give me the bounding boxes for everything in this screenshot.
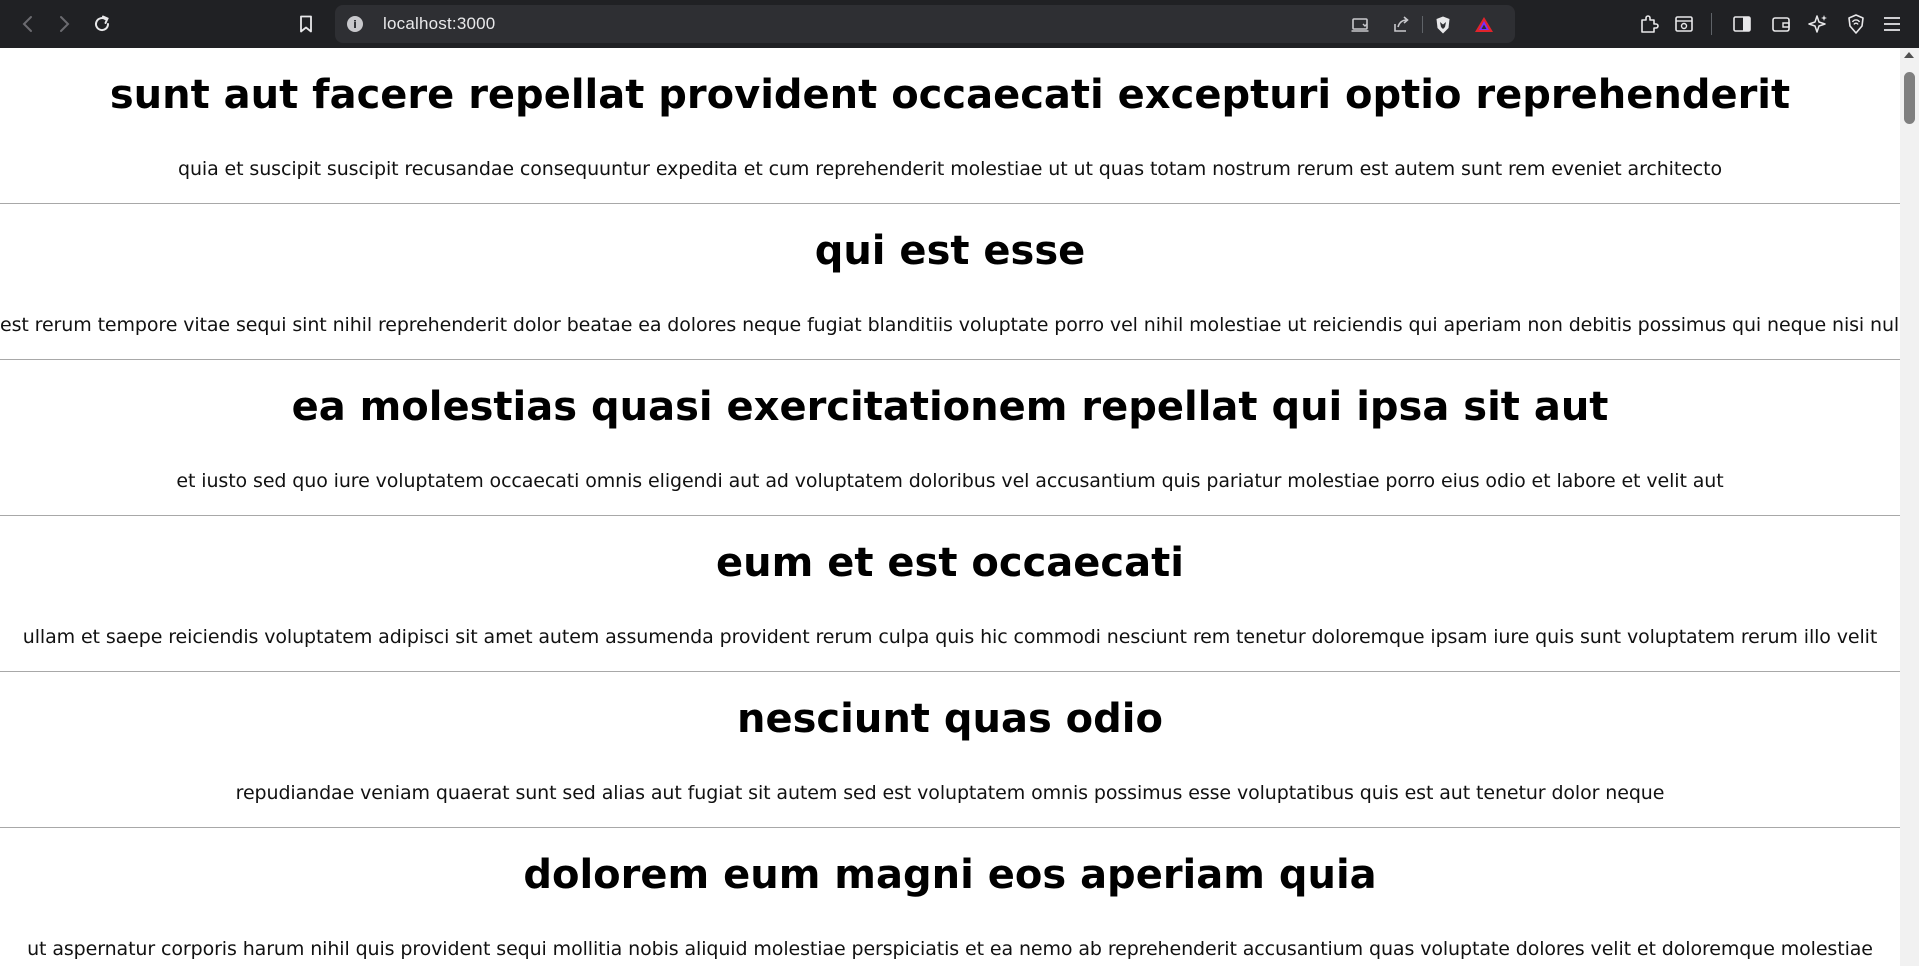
post-item: eum et est occaecati ullam et saepe reic… <box>0 516 1900 672</box>
scrollbar-thumb[interactable] <box>1904 72 1915 124</box>
post-body: ut aspernatur corporis harum nihil quis … <box>27 938 1873 960</box>
post-body: et iusto sed quo iure voluptatem occaeca… <box>176 470 1724 492</box>
leo-ai-button[interactable] <box>1806 12 1830 36</box>
info-icon[interactable]: i <box>347 16 363 32</box>
menu-button[interactable] <box>1880 12 1904 36</box>
share-icon <box>1394 16 1409 32</box>
wallet-button[interactable] <box>1769 12 1793 36</box>
reload-icon <box>95 15 110 32</box>
sidebar-icon <box>1733 16 1751 32</box>
url-text[interactable]: localhost:3000 <box>383 14 495 34</box>
reading-list-button[interactable] <box>1672 12 1696 36</box>
post-title: dolorem eum magni eos aperiam quia <box>523 852 1377 898</box>
leo-ai-icon <box>1808 15 1827 33</box>
post-title: ea molestias quasi exercitationem repell… <box>291 384 1609 430</box>
back-button[interactable] <box>14 10 42 38</box>
post-body: est rerum tempore vitae sequi sint nihil… <box>0 314 1900 336</box>
vpn-icon <box>1848 14 1864 34</box>
scroll-up-arrow[interactable] <box>1904 52 1914 58</box>
post-item: nesciunt quas odio repudiandae veniam qu… <box>0 672 1900 828</box>
extensions-button[interactable] <box>1637 12 1661 36</box>
post-body: quia et suscipit suscipit recusandae con… <box>177 158 1723 180</box>
sidebar-button[interactable] <box>1730 12 1754 36</box>
menu-icon <box>1884 17 1900 31</box>
extensions-icon <box>1641 15 1659 33</box>
bookmark-button[interactable] <box>292 10 320 38</box>
post-item: sunt aut facere repellat provident occae… <box>0 48 1900 204</box>
install-app-button[interactable] <box>1349 14 1371 36</box>
post-title: nesciunt quas odio <box>737 696 1163 742</box>
back-arrow-icon <box>22 16 32 32</box>
post-title: qui est esse <box>814 228 1086 274</box>
page-viewport: sunt aut facere repellat provident occae… <box>0 48 1900 966</box>
address-bar[interactable]: i localhost:3000 <box>335 5 1515 43</box>
post-item: dolorem eum magni eos aperiam quia ut as… <box>0 828 1900 966</box>
urlbar-separator <box>1422 16 1423 33</box>
post-item: qui est esse est rerum tempore vitae seq… <box>0 204 1900 360</box>
post-body: repudiandae veniam quaerat sunt sed alia… <box>235 782 1665 804</box>
share-button[interactable] <box>1390 14 1412 36</box>
vpn-button[interactable] <box>1844 12 1868 36</box>
forward-arrow-icon <box>60 16 70 32</box>
toolbar-separator <box>1711 13 1712 35</box>
reading-list-icon <box>1675 16 1693 32</box>
post-body: ullam et saepe reiciendis voluptatem adi… <box>22 626 1878 648</box>
brave-rewards-icon <box>1475 17 1493 32</box>
vertical-scrollbar[interactable] <box>1900 48 1919 966</box>
bookmark-icon <box>300 15 312 33</box>
brave-shields-icon <box>1436 16 1450 34</box>
brave-rewards-button[interactable] <box>1473 14 1495 36</box>
brave-shields-button[interactable] <box>1432 14 1454 36</box>
browser-toolbar: i localhost:3000 <box>0 0 1919 48</box>
wallet-icon <box>1772 17 1790 32</box>
post-title: eum et est occaecati <box>716 540 1184 586</box>
post-item: ea molestias quasi exercitationem repell… <box>0 360 1900 516</box>
post-title: sunt aut facere repellat provident occae… <box>109 72 1791 118</box>
reload-button[interactable] <box>88 10 116 38</box>
forward-button[interactable] <box>50 10 78 38</box>
install-app-icon <box>1351 18 1369 32</box>
